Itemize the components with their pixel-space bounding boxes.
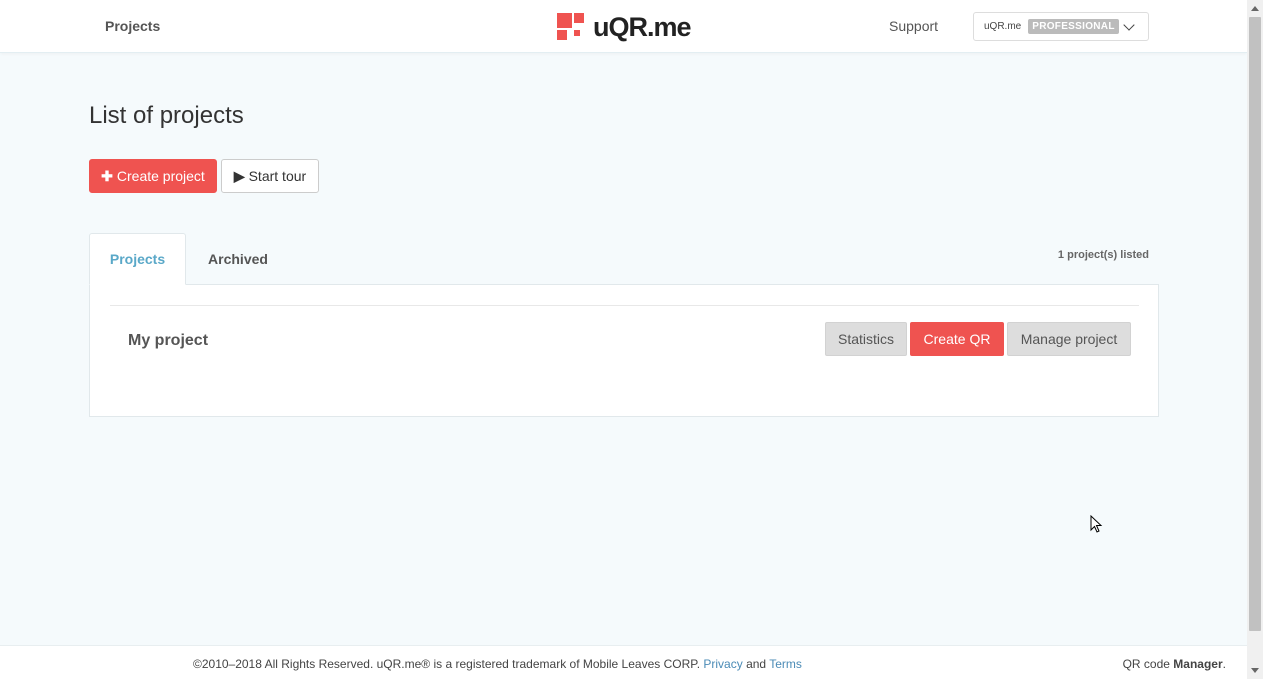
footer-tagline: QR code Manager. xyxy=(1123,657,1226,671)
plus-icon: ✚ xyxy=(101,167,113,184)
create-qr-button[interactable]: Create QR xyxy=(910,322,1004,356)
create-project-button[interactable]: ✚ Create project xyxy=(89,159,217,193)
logo-icon xyxy=(557,13,585,41)
tagline-bold: Manager xyxy=(1173,657,1223,671)
manage-project-button[interactable]: Manage project xyxy=(1007,322,1131,356)
account-name: uQR.me xyxy=(984,21,1022,32)
top-navbar: Projects uQR.me Support uQR.me PROFESSIO… xyxy=(0,0,1247,53)
copyright-text: ©2010–2018 All Rights Reserved. uQR.me® … xyxy=(193,657,701,671)
divider xyxy=(110,305,1139,306)
project-name: My project xyxy=(128,332,209,349)
tab-projects[interactable]: Projects xyxy=(89,233,186,285)
footer-copyright: ©2010–2018 All Rights Reserved. uQR.me® … xyxy=(193,657,802,671)
scroll-up-icon[interactable] xyxy=(1251,6,1259,11)
and-text: and xyxy=(746,657,767,671)
terms-link[interactable]: Terms xyxy=(769,657,802,671)
chevron-down-icon xyxy=(1123,18,1135,31)
footer: ©2010–2018 All Rights Reserved. uQR.me® … xyxy=(0,645,1247,679)
tagline-suffix: . xyxy=(1222,657,1226,671)
tagline-prefix: QR code xyxy=(1122,657,1170,671)
projects-panel: My project Statistics Create QR Manage p… xyxy=(89,284,1159,417)
vertical-scrollbar[interactable] xyxy=(1247,0,1263,679)
plan-badge: PROFESSIONAL xyxy=(1028,19,1119,34)
project-count: 1 project(s) listed xyxy=(1057,249,1149,261)
statistics-button[interactable]: Statistics xyxy=(825,322,907,356)
account-dropdown[interactable]: uQR.me PROFESSIONAL xyxy=(973,12,1149,41)
nav-projects-link[interactable]: Projects xyxy=(105,18,160,34)
nav-support-link[interactable]: Support xyxy=(889,18,938,34)
mouse-cursor-icon xyxy=(1090,515,1103,533)
scroll-thumb[interactable] xyxy=(1249,17,1261,631)
scroll-down-icon[interactable] xyxy=(1251,668,1259,673)
page-title: List of projects xyxy=(89,102,244,129)
play-icon: ▶ xyxy=(233,167,245,184)
start-tour-button[interactable]: ▶ Start tour xyxy=(221,159,319,193)
logo-text: uQR.me xyxy=(593,11,692,42)
start-tour-label: Start tour xyxy=(248,168,307,184)
privacy-link[interactable]: Privacy xyxy=(703,657,742,671)
create-project-label: Create project xyxy=(116,168,205,184)
logo[interactable]: uQR.me xyxy=(557,11,692,42)
tab-archived[interactable]: Archived xyxy=(190,233,286,285)
